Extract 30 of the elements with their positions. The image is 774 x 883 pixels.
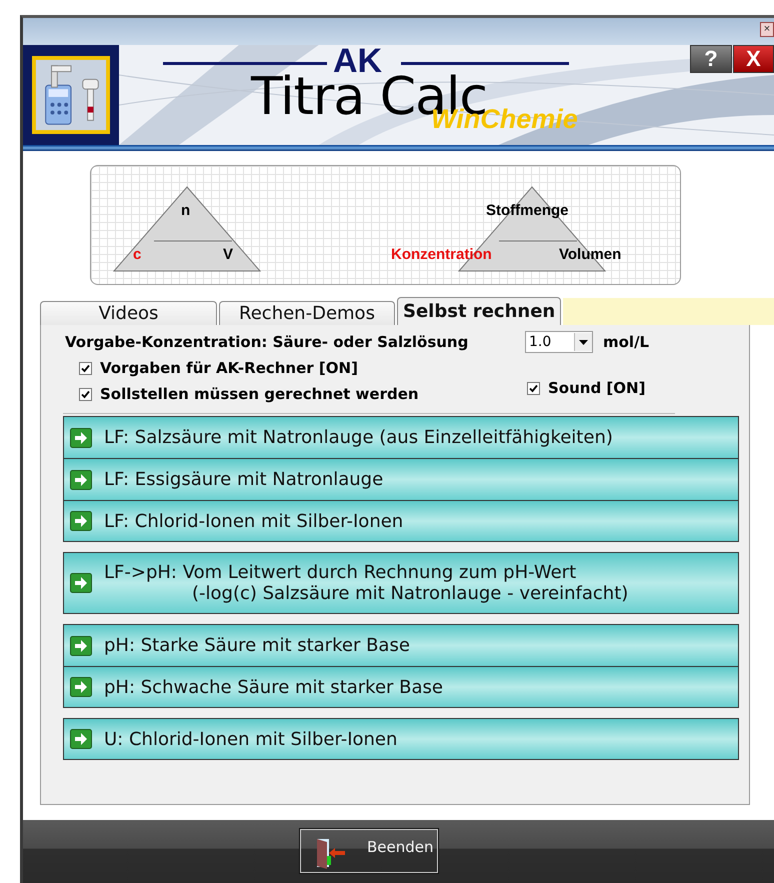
checkbox[interactable] <box>79 388 92 400</box>
caret-icon <box>574 333 592 351</box>
action-button[interactable]: LF: Chlorid-Ionen mit Silber-Ionen <box>63 500 739 542</box>
action-button[interactable]: LF: Essigsäure mit Natronlauge <box>63 458 739 500</box>
checkbox[interactable] <box>79 362 92 374</box>
formula-label: V <box>223 246 234 263</box>
formula-label: c <box>133 246 142 263</box>
tab[interactable]: Selbst rechnen <box>397 297 562 325</box>
action-button[interactable]: LF->pH: Vom Leitwert durch Rechnung zum pH-Wert (-log(c) Salzsäure mit Natronlauge - vereinfacht) <box>63 552 739 614</box>
checkbox-label: Vorgaben für AK-Rechner [ON] <box>100 359 358 377</box>
tab[interactable]: Videos <box>40 301 217 325</box>
action-button[interactable]: pH: Schwache Säure mit starker Base <box>63 666 739 708</box>
exit-button[interactable]: Beenden <box>300 829 438 873</box>
checkbox[interactable] <box>527 382 540 394</box>
action-button[interactable]: U: Chlorid-Ionen mit Silber-Ionen <box>63 718 739 760</box>
help-button[interactable]: ? <box>690 45 732 73</box>
action-button[interactable]: LF: Salzsäure mit Natronlauge (aus Einzelleitfähigkeiten) <box>63 416 739 458</box>
logo-title: AK <box>333 45 382 80</box>
close-button[interactable]: × <box>760 22 774 37</box>
unit-label: mol/L <box>603 333 650 351</box>
checkbox-label: Sollstellen müssen gerechnet werden <box>100 385 419 403</box>
close-button[interactable]: X <box>733 45 774 73</box>
formula-label: Stoffmenge <box>486 202 568 219</box>
setting-label: Vorgabe-Konzentration: Säure- oder Salzlösung <box>65 333 470 351</box>
checkbox-label: Sound [ON] <box>548 379 646 397</box>
formula-label: n <box>181 202 190 219</box>
action-button[interactable]: pH: Starke Säure mit starker Base <box>63 624 739 666</box>
concentration-dropdown[interactable]: 1.0 <box>525 331 593 353</box>
formula-label: Volumen <box>559 246 622 263</box>
tab[interactable]: Rechen-Demos <box>219 301 395 325</box>
